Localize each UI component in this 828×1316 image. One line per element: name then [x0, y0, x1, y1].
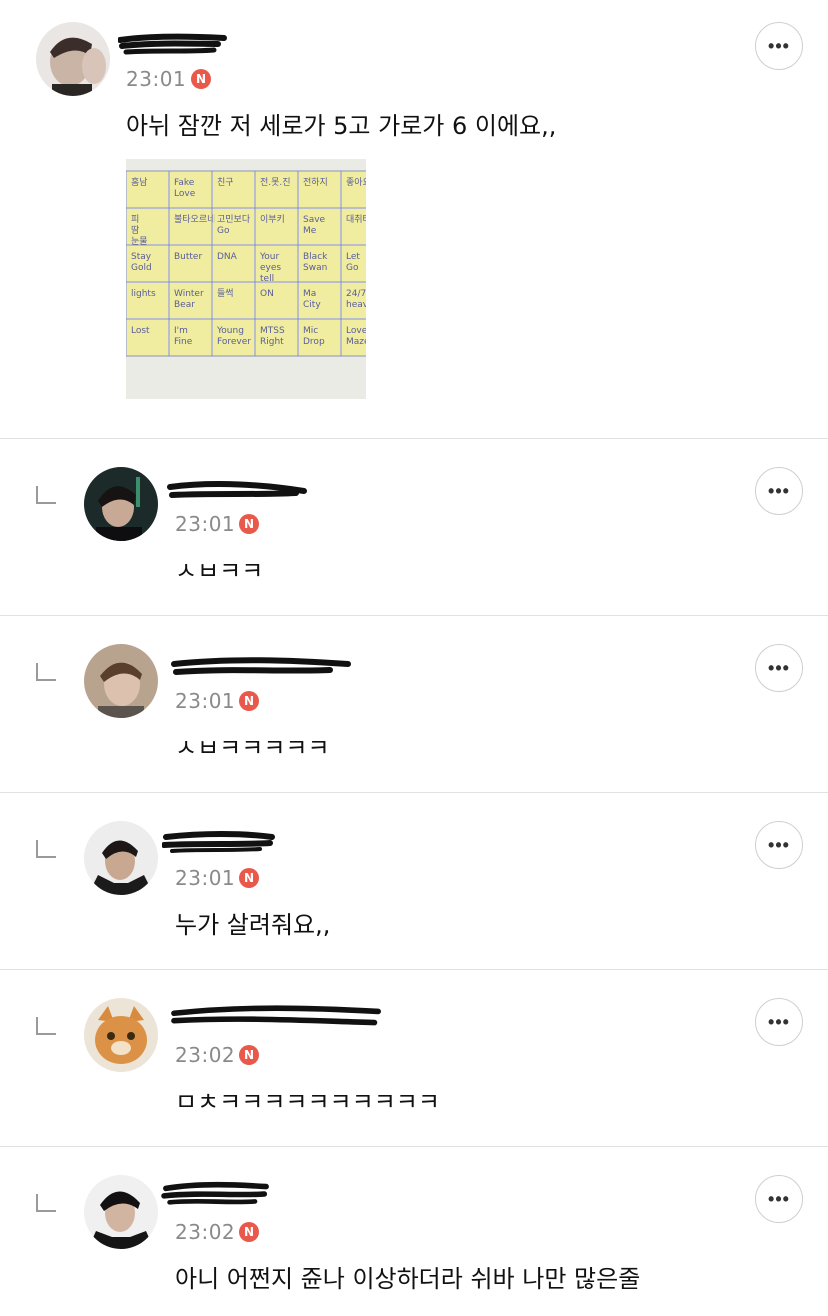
grid-cell-label: Stay — [131, 252, 152, 262]
grid-cell-label: DNA — [217, 252, 238, 262]
grid-cell-label: 피 — [131, 214, 139, 225]
grid-cell-label: 친구 — [217, 177, 234, 188]
comment-text: ㅅㅂㅋㅋ — [175, 557, 264, 585]
grid-cell-label: Save — [303, 215, 326, 225]
avatar[interactable] — [84, 467, 158, 541]
reply-arrow-icon — [36, 1194, 56, 1212]
grid-cell-label: Forever — [217, 337, 251, 347]
grid-cell-label: 대취타 — [346, 214, 366, 225]
grid-cell-label: eyes — [260, 263, 281, 273]
reply-arrow-icon — [36, 486, 56, 504]
grid-cell-label: Right — [260, 337, 284, 347]
grid-cell-label: 홈남 — [131, 176, 148, 188]
grid-cell-label: Go — [346, 263, 359, 273]
grid-cell-label: ON — [260, 289, 274, 299]
grid-cell-label: Maze — [346, 337, 366, 347]
grid-cell-label: Black — [303, 252, 328, 262]
redacted-username — [167, 481, 307, 498]
reply-arrow-icon — [36, 663, 56, 681]
grid-cell-label: Fine — [174, 337, 193, 347]
avatar[interactable] — [84, 644, 158, 718]
avatar[interactable] — [84, 1175, 158, 1249]
grid-cell-label: City — [303, 300, 321, 310]
new-badge: N — [239, 691, 259, 711]
grid-cell-label: 이부키 — [260, 214, 285, 225]
timestamp: 23:01 — [175, 512, 236, 536]
comment-item: 23:01 N ••• 아뉘 잠깐 저 세로가 5고 가로가 6 이에요,, 홈… — [0, 0, 828, 439]
attached-image[interactable]: 홈남FakeLove친구전.못.진전하지좋아요피땀눈물불타오르네고민보다Go이부… — [126, 159, 366, 399]
reply-item: 23:02 N ••• 아니 어쩐지 쥰나 이상하더라 쉬바 나만 많은줄 — [0, 1147, 828, 1316]
new-badge: N — [191, 69, 211, 89]
grid-cell-label: Me — [303, 226, 317, 236]
grid-cell-label: heaven — [346, 300, 366, 310]
grid-cell-label: 고민보다 — [217, 214, 251, 225]
comment-text: ㅅㅂㅋㅋㅋㅋㅋ — [175, 734, 330, 762]
grid-cell-label: 들썩 — [217, 288, 234, 299]
more-options-button[interactable]: ••• — [755, 467, 803, 515]
grid-cell-label: 땀 — [131, 225, 139, 236]
grid-cell-label: 좋아요 — [346, 177, 366, 188]
grid-cell-label: I'm — [174, 326, 188, 336]
grid-cell-label: Go — [217, 226, 230, 236]
reply-item: 23:01 N ••• ㅅㅂㅋㅋ — [0, 439, 828, 616]
more-options-button[interactable]: ••• — [755, 1175, 803, 1223]
grid-cell-label: 24/7 — [346, 289, 366, 299]
reply-arrow-icon — [36, 1017, 56, 1035]
grid-cell-label: Love — [346, 326, 366, 336]
grid-cell-label: Fake — [174, 178, 195, 188]
reply-arrow-icon — [36, 840, 56, 858]
more-options-button[interactable]: ••• — [755, 821, 803, 869]
timestamp: 23:02 — [175, 1043, 236, 1067]
more-options-button[interactable]: ••• — [755, 998, 803, 1046]
grid-cell-label: Gold — [131, 263, 152, 273]
comment-text: 누가 살려줘요,, — [175, 911, 331, 939]
redacted-username — [171, 657, 351, 675]
avatar[interactable] — [36, 22, 110, 96]
grid-cell-label: Mic — [303, 326, 318, 336]
avatar[interactable] — [84, 998, 158, 1072]
timestamp: 23:01 — [175, 866, 236, 890]
reply-item: 23:01 N ••• 누가 살려줘요,, — [0, 793, 828, 970]
grid-cell-label: Winter — [174, 289, 204, 299]
grid-cell-label: 전.못.진 — [260, 177, 291, 188]
new-badge: N — [239, 514, 259, 534]
more-options-button[interactable]: ••• — [755, 644, 803, 692]
comment-text: 아니 어쩐지 쥰나 이상하더라 쉬바 나만 많은줄 — [175, 1265, 641, 1293]
bingo-grid-photo: 홈남FakeLove친구전.못.진전하지좋아요피땀눈물불타오르네고민보다Go이부… — [126, 159, 366, 399]
grid-cell-label: MTSS — [260, 326, 285, 336]
grid-cell-label: Drop — [303, 337, 325, 347]
grid-cell-label: 전하지 — [303, 177, 328, 188]
comment-text: ㅁㅊㅋㅋㅋㅋㅋㅋㅋㅋㅋㅋ — [175, 1088, 440, 1116]
new-badge: N — [239, 1222, 259, 1242]
grid-cell-label: Young — [216, 326, 244, 336]
grid-cell-label: 불타오르네 — [174, 214, 215, 225]
reply-item: 23:02 N ••• ㅁㅊㅋㅋㅋㅋㅋㅋㅋㅋㅋㅋ — [0, 970, 828, 1147]
redacted-username — [162, 831, 275, 853]
grid-cell-label: Lost — [131, 326, 150, 336]
avatar[interactable] — [84, 821, 158, 895]
grid-cell-label: Butter — [174, 252, 202, 262]
timestamp: 23:01 — [126, 67, 187, 91]
grid-cell-label: Swan — [303, 263, 327, 273]
redacted-username — [171, 1005, 381, 1026]
grid-cell-label: Your — [259, 252, 280, 262]
reply-item: 23:01 N ••• ㅅㅂㅋㅋㅋㅋㅋ — [0, 616, 828, 793]
grid-cell-label: Bear — [174, 300, 195, 310]
new-badge: N — [239, 1045, 259, 1065]
timestamp: 23:01 — [175, 689, 236, 713]
comment-feed: 23:01 N ••• 아뉘 잠깐 저 세로가 5고 가로가 6 이에요,, 홈… — [0, 0, 828, 1316]
new-badge: N — [239, 868, 259, 888]
grid-cell-label: lights — [131, 289, 156, 299]
grid-cell-label: Ma — [303, 289, 316, 299]
grid-cell-label: Let — [346, 252, 360, 262]
timestamp: 23:02 — [175, 1220, 236, 1244]
grid-cell-label: Love — [174, 189, 196, 199]
comment-text: 아뉘 잠깐 저 세로가 5고 가로가 6 이에요,, — [126, 112, 557, 140]
more-options-button[interactable]: ••• — [755, 22, 803, 70]
redacted-username — [118, 33, 227, 55]
redacted-username — [161, 1181, 269, 1205]
